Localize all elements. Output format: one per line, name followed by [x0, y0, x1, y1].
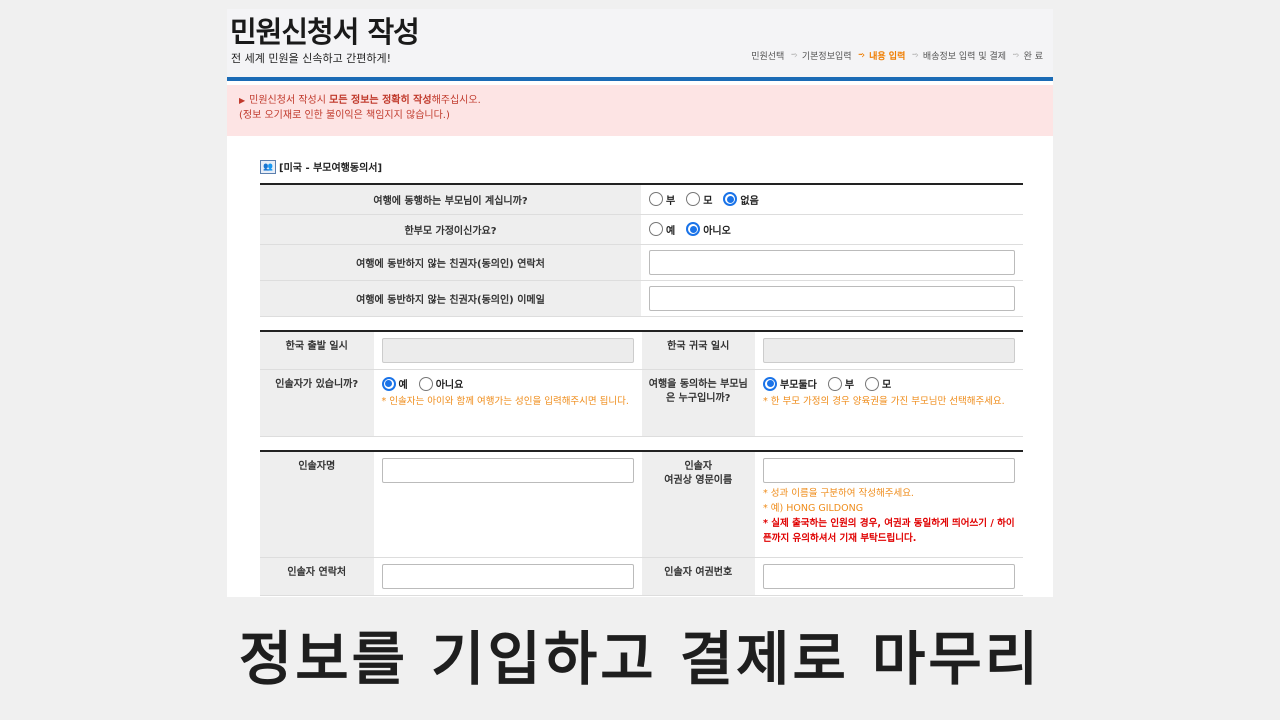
field-label: 여행을 동의하는 부모님은 누구입니까? [641, 369, 755, 437]
english-name-note-2: * 예) HONG GILDONG [763, 503, 864, 514]
table-row: 여행에 동행하는 부모님이 계십니까? 부 모 없음 [260, 184, 1023, 215]
parent-accompany-radios: 부 모 없음 [649, 192, 1023, 207]
notice-box: ▶ 민원신청서 작성시 모든 정보는 정확히 작성해주십시오. (정보 오기재로 … [227, 85, 1053, 136]
page-subtitle: 전 세계 민원을 신속하고 간편하게! [231, 52, 392, 65]
step-basic-info: 기본정보입력 [801, 52, 852, 62]
radio-consent-mother[interactable]: 모 [865, 376, 891, 391]
table-row: 인솔자 연락처 인솔자 여권번호 [260, 557, 1023, 596]
progress-steps: 민원선택 ···› 기본정보입력 ···› 내용 입력 ···› 배송정보 입력… [751, 49, 1043, 62]
escort-phone-input[interactable] [381, 563, 634, 589]
guardian-email-input[interactable] [649, 285, 1015, 311]
field-label: 한국 귀국 일시 [641, 331, 755, 370]
notice-line-2: (정보 오기재로 인한 불이익은 책임지지 않습니다.) [239, 110, 450, 121]
escort-name-input[interactable] [381, 458, 634, 483]
radio-escort-no[interactable]: 아니요 [418, 376, 463, 391]
caption-text: 정보를 기입하고 결제로 마무리 [238, 625, 1042, 693]
english-name-note-3: * 실제 출국하는 인원의 경우, 여권과 동일하게 띄어쓰기 / 하이픈까지 … [763, 518, 1015, 544]
consent-parent-radios: 부모둘다 부 모 [763, 376, 1015, 391]
escort-note: * 인솔자는 아이와 함께 여행가는 성인을 입력해주시면 됩니다. [381, 396, 629, 407]
notice-line-1: ▶ 민원신청서 작성시 모든 정보는 정확히 작성해주십시오. [239, 95, 481, 106]
step-content-input: 내용 입력 [869, 52, 906, 62]
chevron-right-icon: ···› [790, 50, 797, 61]
guardian-phone-input[interactable] [649, 249, 1015, 275]
step-complete: 완 료 [1023, 52, 1043, 62]
step-shipping-payment: 배송정보 입력 및 결제 [922, 52, 1007, 62]
section-title: 👥 [미국 - 부모여행동의서] [260, 159, 382, 174]
table-row: 한국 출발 일시 한국 귀국 일시 [260, 331, 1023, 370]
radio-escort-yes[interactable]: 예 [381, 376, 408, 391]
screenshot-frame: 민원신청서 작성 전 세계 민원을 신속하고 간편하게! 민원선택 ···› 기… [227, 9, 1053, 597]
consent-note: * 한 부모 가정의 경우 양육권을 가진 부모님만 선택해주세요. [763, 396, 1005, 407]
field-label: 인솔자명 [260, 451, 374, 558]
escort-english-name-input[interactable] [763, 458, 1015, 483]
return-date-input[interactable] [763, 338, 1015, 363]
english-name-note-1: * 성과 이름을 구분하여 작성해주세요. [763, 488, 914, 499]
radio-father[interactable]: 부 [649, 192, 675, 207]
field-label: 여행에 동행하는 부모님이 계십니까? [260, 184, 641, 215]
table-row: 인솔자가 있습니까? 예 아니요 * 인솔자는 아이와 함께 여행가는 성인을 … [260, 369, 1023, 437]
table-row: 여행에 동반하지 않는 친권자(동의인) 이메일 [260, 280, 1023, 317]
chevron-right-icon: ···› [911, 50, 918, 61]
table-row: 여행에 동반하지 않는 친권자(동의인) 연락처 [260, 244, 1023, 281]
trip-info-table: 한국 출발 일시 한국 귀국 일시 인솔자가 있습니까? 예 아니요 * 인솔자… [260, 330, 1023, 437]
field-label: 인솔자 연락처 [260, 557, 374, 596]
bullet-icon: ▶ [239, 96, 246, 105]
radio-none[interactable]: 없음 [723, 192, 759, 207]
step-select: 민원선택 [751, 52, 785, 62]
table-row: 인솔자명 인솔자 여권상 영문이름 * 성과 이름을 구분하여 작성해주세요. … [260, 451, 1023, 558]
radio-no[interactable]: 아니오 [686, 222, 731, 237]
chevron-right-icon: ···› [1012, 50, 1019, 61]
radio-consent-father[interactable]: 부 [827, 376, 854, 391]
chevron-right-icon: ···› [857, 50, 865, 61]
field-label: 여행에 동반하지 않는 친권자(동의인) 연락처 [260, 244, 641, 281]
single-parent-radios: 예 아니오 [649, 222, 1023, 237]
radio-yes[interactable]: 예 [649, 222, 675, 237]
page-title: 민원신청서 작성 [230, 15, 420, 49]
escort-radios: 예 아니요 [381, 376, 634, 391]
field-label: 여행에 동반하지 않는 친권자(동의인) 이메일 [260, 280, 641, 317]
field-label: 인솔자 여권상 영문이름 [641, 451, 755, 558]
field-label: 인솔자가 있습니까? [260, 369, 374, 437]
parent-info-table: 여행에 동행하는 부모님이 계십니까? 부 모 없음 한부모 가정이신가요? 예… [260, 183, 1023, 317]
page-header: 민원신청서 작성 전 세계 민원을 신속하고 간편하게! 민원선택 ···› 기… [227, 9, 1053, 81]
radio-mother[interactable]: 모 [686, 192, 712, 207]
field-label: 한국 출발 일시 [260, 331, 374, 370]
table-row: 한부모 가정이신가요? 예 아니오 [260, 214, 1023, 245]
escort-info-table: 인솔자명 인솔자 여권상 영문이름 * 성과 이름을 구분하여 작성해주세요. … [260, 450, 1023, 596]
departure-date-input[interactable] [381, 338, 634, 363]
field-label: 인솔자 여권번호 [641, 557, 755, 596]
field-label: 한부모 가정이신가요? [260, 214, 641, 245]
escort-passport-input[interactable] [763, 563, 1015, 589]
radio-both-parents[interactable]: 부모둘다 [763, 376, 817, 391]
people-icon: 👥 [260, 159, 276, 174]
